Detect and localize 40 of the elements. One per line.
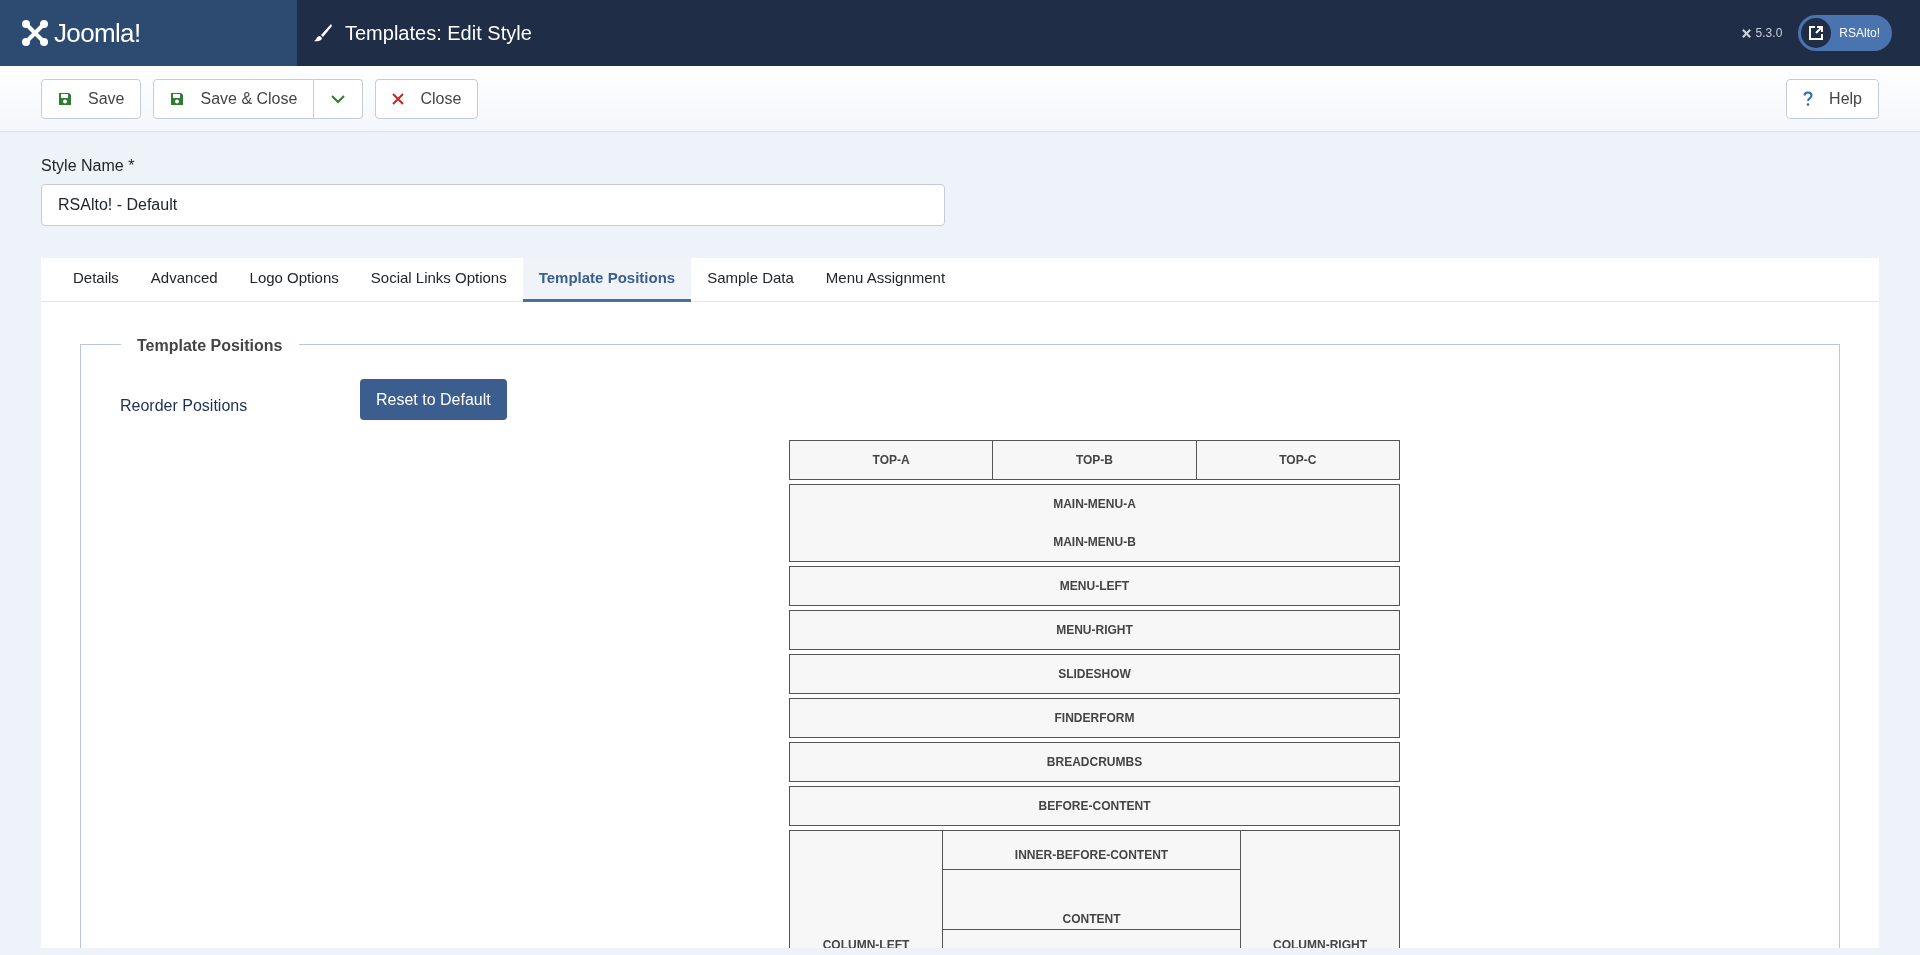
chevron-down-icon: [330, 93, 347, 104]
style-name-field[interactable]: RSAlto! - Default: [41, 184, 945, 226]
logo-text: Joomla!: [54, 16, 141, 50]
help-button[interactable]: Help: [1786, 78, 1879, 119]
close-icon: [392, 92, 405, 105]
position-cell: BEFORE-CONTENT: [789, 786, 1400, 826]
tab[interactable]: Sample Data: [691, 258, 810, 302]
position-cell: MENU-RIGHT: [789, 610, 1400, 650]
reset-button[interactable]: Reset to Default: [360, 379, 507, 420]
joomla-logo-icon: [20, 18, 50, 48]
position-label: MAIN-MENU-A: [1053, 496, 1136, 513]
page-title: Templates: Edit Style: [345, 21, 532, 46]
tab[interactable]: Menu Assignment: [809, 258, 962, 302]
position-cell: MENU-LEFT: [789, 566, 1400, 606]
position-cell: SLIDESHOW: [789, 654, 1400, 694]
close-button[interactable]: Close: [375, 78, 479, 119]
tab[interactable]: Template Positions: [522, 258, 692, 302]
joomla-small-icon: [1740, 27, 1752, 39]
position-label: MAIN-MENU-B: [1053, 534, 1136, 551]
site-button[interactable]: RSAlto!: [1798, 15, 1892, 51]
position-cell: CONTENT: [942, 869, 1241, 930]
brush-icon: [313, 23, 333, 43]
position-cell: TOP-A: [789, 440, 994, 480]
version-label: 5.3.0: [1755, 25, 1783, 42]
field-label: Style Name *: [41, 156, 136, 176]
tab[interactable]: Logo Options: [233, 258, 355, 302]
tab[interactable]: Social Links Options: [354, 258, 523, 302]
question-icon: [1803, 91, 1814, 106]
position-cell: TOP-B: [992, 440, 1197, 480]
tab[interactable]: Advanced: [134, 258, 234, 302]
save-button[interactable]: Save & Close: [153, 78, 315, 119]
reorder-label: Reorder Positions: [120, 396, 249, 416]
dropdown-toggle[interactable]: [314, 78, 364, 119]
tab[interactable]: Details: [57, 258, 135, 302]
position-cell: BREADCRUMBS: [789, 742, 1400, 782]
save-button[interactable]: Save: [41, 78, 142, 119]
external-link-icon: [1801, 18, 1832, 48]
position-cell: INNER-BEFORE-CONTENT: [942, 830, 1241, 870]
position-cell: FINDERFORM: [789, 698, 1400, 738]
position-cell: TOP-C: [1195, 440, 1400, 480]
